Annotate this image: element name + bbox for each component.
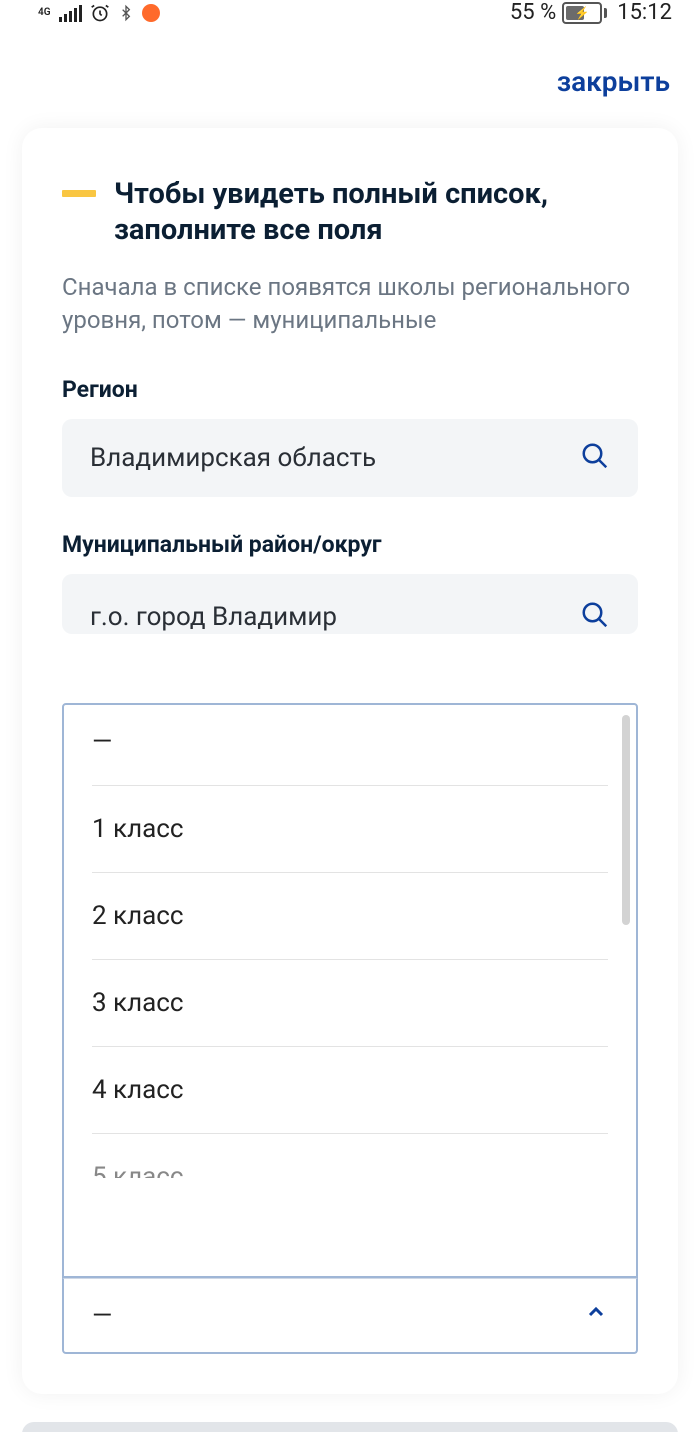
class-dropdown-list[interactable]: — 1 класс 2 класс 3 класс 4 класс 5 клас… xyxy=(62,703,638,1278)
search-icon xyxy=(580,441,610,475)
alarm-icon xyxy=(90,3,110,23)
signal-icon xyxy=(59,4,82,22)
network-type-icon: 4G xyxy=(38,8,51,17)
form-card: Чтобы увидеть полный список, заполните в… xyxy=(22,128,678,1394)
bluetooth-icon xyxy=(118,2,134,24)
class-option-2[interactable]: 2 класс xyxy=(92,873,608,960)
district-value: г.о. город Владимир xyxy=(90,602,337,632)
page-subtitle: Сначала в списке появятся школы регионал… xyxy=(62,271,638,338)
accent-bar xyxy=(62,190,96,197)
district-label: Муниципальный район/округ xyxy=(62,531,638,558)
class-option-4[interactable]: 4 класс xyxy=(92,1047,608,1134)
clock-time: 15:12 xyxy=(617,0,672,25)
battery-icon: ⚡ xyxy=(562,2,607,24)
battery-percent: 55 % xyxy=(510,0,556,25)
class-dropdown: — 1 класс 2 класс 3 класс 4 класс 5 клас… xyxy=(62,703,638,1354)
recording-indicator-icon xyxy=(142,4,160,22)
status-right: 55 % ⚡ 15:12 xyxy=(510,0,672,25)
region-field: Регион Владимирская область xyxy=(62,376,638,497)
class-option-1[interactable]: 1 класс xyxy=(92,786,608,873)
continue-button[interactable]: Продолжить xyxy=(22,1422,678,1432)
region-value: Владимирская область xyxy=(90,443,376,473)
class-option-empty[interactable]: — xyxy=(92,705,608,786)
page-title: Чтобы увидеть полный список, заполните в… xyxy=(114,176,638,249)
class-select-toggle[interactable]: — xyxy=(62,1278,638,1354)
class-option-5[interactable]: 5 класс xyxy=(92,1134,608,1178)
search-icon xyxy=(580,600,610,634)
district-field: Муниципальный район/округ г.о. город Вла… xyxy=(62,531,638,634)
class-option-3[interactable]: 3 класс xyxy=(92,960,608,1047)
class-selected-value: — xyxy=(92,1301,112,1331)
status-bar: 4G 55 % ⚡ 15:12 xyxy=(0,0,700,25)
close-button[interactable]: закрыть xyxy=(557,65,670,98)
district-select[interactable]: г.о. город Владимир xyxy=(62,574,638,634)
continue-wrap: Продолжить xyxy=(0,1394,700,1432)
region-label: Регион xyxy=(62,376,638,403)
close-row: закрыть xyxy=(0,25,700,110)
scrollbar[interactable] xyxy=(622,715,630,925)
region-select[interactable]: Владимирская область xyxy=(62,419,638,497)
chevron-up-icon xyxy=(584,1300,608,1331)
status-left: 4G xyxy=(38,2,160,24)
